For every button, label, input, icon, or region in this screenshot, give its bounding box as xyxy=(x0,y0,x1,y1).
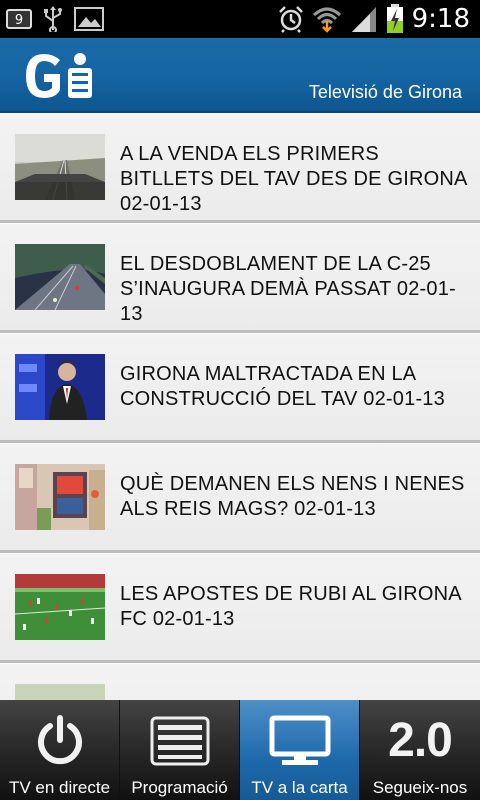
nav-segueix-nos[interactable]: 2.0 Segueix-nos xyxy=(360,700,480,800)
news-thumbnail xyxy=(15,684,105,700)
usb-icon xyxy=(42,6,64,32)
news-item[interactable]: LES APOSTES DE RUBI AL GIRONA FC 02-01-1… xyxy=(0,553,480,663)
news-title: GIRONA MALTRACTADA EN LA CONSTRUCCIÓ DEL… xyxy=(120,363,445,410)
nav-label: TV en directe xyxy=(8,778,111,797)
news-title: LES APOSTES DE RUBI AL GIRONA FC 02-01-1… xyxy=(120,583,461,630)
news-thumbnail xyxy=(15,354,105,420)
news-title: EL DESDOBLAMENT DE LA C-25 S’INAUGURA DE… xyxy=(120,253,456,325)
news-title: A LA VENDA ELS PRIMERS BITLLETS DEL TAV … xyxy=(120,143,467,215)
signal-icon xyxy=(350,5,378,33)
nav-label: Segueix-nos xyxy=(372,778,468,797)
news-thumbnail xyxy=(15,244,105,310)
app-header: Televisió de Girona xyxy=(0,38,480,113)
web20-icon: 2.0 xyxy=(388,714,453,767)
nav-tv-a-la-carta[interactable]: TV a la carta xyxy=(240,700,360,800)
status-bar: 9 9:18 xyxy=(0,0,480,38)
power-icon xyxy=(0,714,119,768)
notification-badge: 9 xyxy=(6,9,32,29)
image-icon xyxy=(74,7,104,31)
news-item[interactable]: QUÈ DEMANEN ELS NENS I NENES ALS REIS MA… xyxy=(0,443,480,553)
nav-programacio[interactable]: Programació xyxy=(120,700,240,800)
nav-label: TV a la carta xyxy=(251,778,348,797)
news-thumbnail xyxy=(15,574,105,640)
battery-charging-icon xyxy=(386,4,404,34)
news-list[interactable]: A LA VENDA ELS PRIMERS BITLLETS DEL TAV … xyxy=(0,113,480,700)
monitor-icon xyxy=(240,714,359,768)
app-logo xyxy=(20,50,96,102)
news-title: QUÈ DEMANEN ELS NENS I NENES ALS REIS MA… xyxy=(120,473,465,520)
news-thumbnail xyxy=(15,134,105,200)
news-thumbnail xyxy=(15,464,105,530)
alarm-icon xyxy=(278,5,304,33)
news-item[interactable]: EL DESDOBLAMENT DE LA C-25 S’INAUGURA DE… xyxy=(0,223,480,333)
channel-name: Televisió de Girona xyxy=(308,82,462,102)
news-item[interactable]: A LA VENDA ELS PRIMERS BITLLETS DEL TAV … xyxy=(0,113,480,223)
wifi-icon xyxy=(312,5,342,33)
list-icon xyxy=(120,714,239,768)
clock: 9:18 xyxy=(411,4,470,34)
nav-label: Programació xyxy=(131,778,228,797)
nav-tv-en-directe[interactable]: TV en directe xyxy=(0,700,120,800)
news-item[interactable] xyxy=(0,663,480,700)
news-item[interactable]: GIRONA MALTRACTADA EN LA CONSTRUCCIÓ DEL… xyxy=(0,333,480,443)
bottom-navigation: TV en directe Programació TV a la carta … xyxy=(0,700,480,800)
